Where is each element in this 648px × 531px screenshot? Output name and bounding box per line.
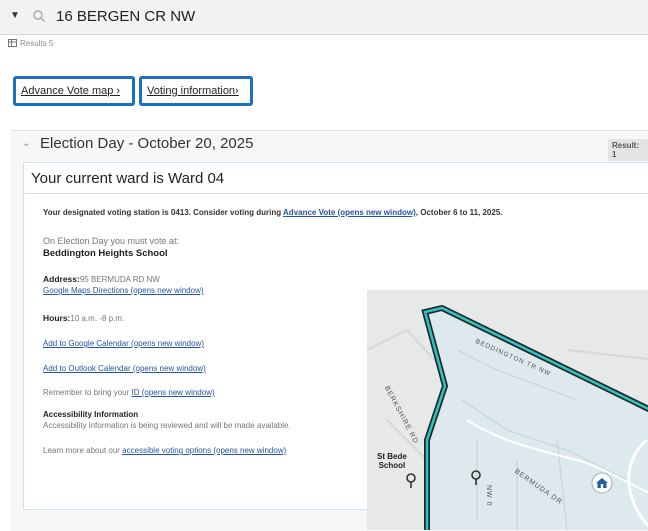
advance-vote-link[interactable]: Advance Vote (opens new window) [283,208,416,217]
learn-more-text: Learn more about our accessible voting o… [43,446,286,455]
school-label: St Bede School [377,452,407,470]
designated-suffix: , October 6 to 11, 2025. [415,208,503,217]
ward-heading: Your current ward is Ward 04 [31,170,225,187]
map-pin-icon[interactable] [405,473,417,489]
results-label: Results 5 [20,39,54,48]
chevron-down-icon[interactable]: ⌄ [22,138,30,149]
results-count: Results 5 [8,39,53,51]
accessibility-text: Accessibility information is being revie… [43,421,291,430]
voting-information-link[interactable]: Voting information› [139,76,253,106]
google-maps-directions-link[interactable]: Google Maps Directions (opens new window… [43,286,204,295]
collapse-triangle-icon[interactable]: ▼ [10,10,20,21]
directions-line: Google Maps Directions (opens new window… [43,286,204,295]
advance-vote-map-link[interactable]: Advance Vote map › [13,76,135,106]
school-icon[interactable] [591,472,613,494]
divider [23,193,648,194]
school-label-line1: St Bede [377,452,407,461]
address-input-value[interactable]: 16 BERGEN CR NW [56,8,195,25]
address-label: Address: [43,274,80,284]
bring-id-prefix: Remember to bring your [43,388,132,397]
street-label-nw: NW 0 [485,485,492,507]
map-canvas [367,290,648,530]
address-value: 95 BERMUDA RD NW [79,275,160,284]
hours-label: Hours: [43,313,71,323]
add-to-outlook-calendar-link[interactable]: Add to Outlook Calendar (opens new windo… [43,364,206,373]
accessible-voting-options-link[interactable]: accessible voting options (opens new win… [122,446,286,455]
ward-map[interactable]: BEDDINGTON TR NW BERKSHIRE RD BERMUDA DR… [367,290,648,530]
hours-value: 10 a.m. -8 p.m. [70,314,125,323]
table-icon [8,39,17,47]
add-to-google-calendar-link[interactable]: Add to Google Calendar (opens new window… [43,339,204,348]
address-line: Address:95 BERMUDA RD NW [43,274,160,284]
google-calendar-line: Add to Google Calendar (opens new window… [43,339,204,348]
address-search-bar: ▼ 16 BERGEN CR NW [0,0,648,35]
search-icon [33,10,45,22]
designated-prefix: Your designated voting station is 0413. … [43,208,284,217]
school-label-line2: School [378,461,406,470]
election-day-title[interactable]: Election Day - October 20, 2025 [40,135,253,152]
result-badge: Result: 1 [608,139,648,161]
outlook-calendar-line: Add to Outlook Calendar (opens new windo… [43,364,206,373]
hours-line: Hours:10 a.m. -8 p.m. [43,313,124,323]
station-name: Beddington Heights School [43,248,168,259]
bring-id-text: Remember to bring your ID (opens new win… [43,388,215,397]
id-requirements-link[interactable]: ID (opens new window) [131,388,214,397]
designated-station-text: Your designated voting station is 0413. … [43,208,503,217]
accessibility-heading: Accessibility Information [43,410,139,419]
on-election-day-text: On Election Day you must vote at: [43,236,180,246]
map-pin-icon[interactable] [470,470,482,486]
learn-more-prefix: Learn more about our [43,446,123,455]
